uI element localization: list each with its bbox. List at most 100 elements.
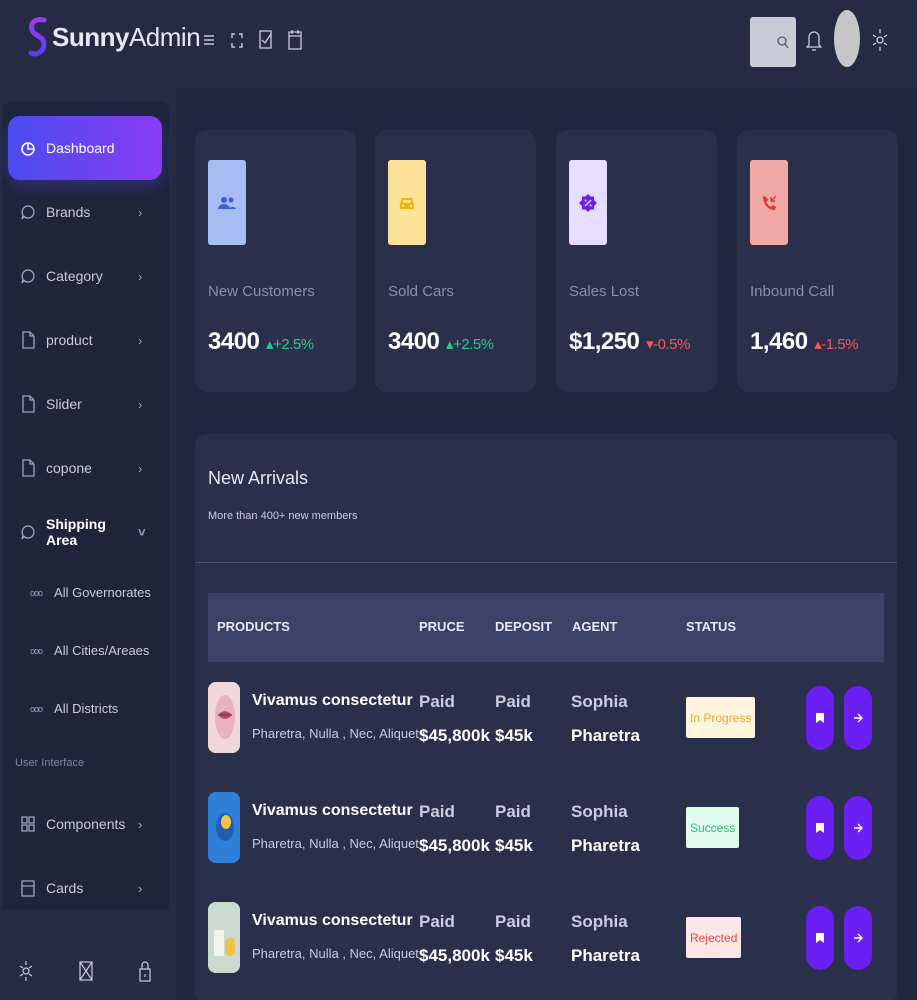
chat-icon: [21, 525, 35, 540]
brand-logo[interactable]: SunnyAdmin: [28, 16, 201, 58]
stat-card-sold-cars[interactable]: Sold Cars 3400 ▴+2.5%: [375, 130, 536, 392]
agent-last-name: Pharetra: [571, 726, 640, 745]
divider: [195, 562, 897, 563]
logo-s-icon: [28, 16, 48, 58]
gear-icon[interactable]: [872, 26, 892, 51]
stat-label: Sales Lost: [569, 283, 640, 300]
chevron-right-icon: ›: [138, 816, 143, 832]
sidebar-item-copone[interactable]: copone ›: [8, 436, 162, 500]
grid-icon: [21, 816, 35, 832]
status-badge: Success: [686, 807, 740, 848]
sidebar-item-label: copone: [46, 460, 92, 476]
table-row[interactable]: Vivamus consectetur Pharetra, Nulla , Ne…: [195, 774, 897, 884]
file-icon: [22, 459, 35, 477]
chevron-right-icon: ›: [138, 268, 143, 284]
deposit-value: $45k: [495, 946, 533, 965]
bookmark-button[interactable]: [806, 906, 834, 970]
search-icon: [777, 36, 789, 49]
stat-tile: [750, 160, 788, 245]
sidebar-item-category[interactable]: Category ›: [8, 244, 162, 308]
stat-card-new-customers[interactable]: New Customers 3400 ▴+2.5%: [195, 130, 356, 392]
column-header-price[interactable]: PRUCE: [419, 619, 465, 634]
panel-subtitle: More than 400+ new members: [208, 510, 358, 522]
search-button[interactable]: [750, 17, 796, 67]
bell-icon[interactable]: [805, 26, 826, 51]
top-header: SunnyAdmin: [0, 0, 917, 88]
column-header-status[interactable]: STATUS: [686, 619, 736, 634]
sidebar-item-shipping-area[interactable]: Shipping Area ˅: [8, 500, 162, 564]
sidebar-item-label: Dashboard: [46, 140, 115, 156]
bookmark-button[interactable]: [806, 796, 834, 860]
discount-badge-icon: [579, 193, 597, 212]
checklist-icon[interactable]: [259, 28, 279, 52]
dots-icon: ooo: [30, 703, 43, 714]
menu-icon[interactable]: [203, 28, 223, 52]
fullscreen-icon[interactable]: [231, 28, 251, 52]
stat-value: 3400 ▴+2.5%: [208, 328, 314, 355]
column-header-products[interactable]: PRODUCTS: [217, 619, 290, 634]
lock-icon[interactable]: [139, 958, 151, 989]
sidebar-item-brands[interactable]: Brands ›: [8, 180, 162, 244]
mail-icon[interactable]: [79, 958, 93, 989]
bookmark-icon: [816, 713, 824, 723]
stat-value: 3400 ▴+2.5%: [388, 328, 494, 355]
bookmark-button[interactable]: [806, 686, 834, 750]
column-header-agent[interactable]: AGENT: [572, 619, 618, 634]
sidebar-subitem-governorates[interactable]: ooo All Governorates: [30, 585, 151, 600]
chat-icon: [21, 269, 35, 284]
avatar[interactable]: [834, 10, 860, 67]
panel-title: New Arrivals: [208, 468, 309, 488]
new-arrivals-panel: New Arrivals More than 400+ new members …: [195, 434, 897, 1000]
product-name: Vivamus consectetur: [252, 912, 413, 929]
product-desc: Pharetra, Nulla , Nec, Aliquet: [252, 726, 419, 741]
sidebar-item-label: product: [46, 332, 93, 348]
sidebar-item-label: Category: [46, 268, 103, 284]
file-icon: [22, 331, 35, 349]
bookmark-icon: [816, 933, 824, 943]
stat-label: Sold Cars: [388, 283, 454, 300]
deposit-label: Paid: [495, 692, 531, 711]
sidebar-item-components[interactable]: Components ›: [8, 792, 162, 856]
open-button[interactable]: [844, 906, 872, 970]
deposit-label: Paid: [495, 802, 531, 821]
calendar-icon[interactable]: [288, 28, 308, 52]
open-button[interactable]: [844, 686, 872, 750]
gear-icon[interactable]: [19, 958, 33, 989]
table-row[interactable]: Vivamus consectetur Pharetra, Nulla , Ne…: [195, 884, 897, 994]
arrow-right-icon: [854, 713, 863, 723]
phone-incoming-icon: [763, 195, 777, 210]
agent-first-name: Sophia: [571, 692, 628, 711]
sidebar-subitem-cities[interactable]: ooo All Cities/Areaes: [30, 643, 149, 658]
agent-last-name: Pharetra: [571, 946, 640, 965]
sidebar-item-slider[interactable]: Slider ›: [8, 372, 162, 436]
price-value: $45,800k: [419, 726, 490, 745]
stat-card-inbound-call[interactable]: Inbound Call 1,460 ▴-1.5%: [737, 130, 898, 392]
sidebar-item-label: Components: [46, 816, 126, 832]
car-icon: [400, 197, 414, 209]
sidebar-item-dashboard[interactable]: Dashboard: [8, 116, 162, 180]
status-badge: Rejected: [686, 917, 742, 958]
stat-label: Inbound Call: [750, 283, 835, 300]
stat-label: New Customers: [208, 283, 315, 300]
open-button[interactable]: [844, 796, 872, 860]
stat-card-sales-lost[interactable]: Sales Lost $1,250 ▾-0.5%: [556, 130, 717, 392]
price-label: Paid: [419, 912, 455, 931]
sidebar-subitem-label: All Governorates: [54, 585, 151, 600]
price-label: Paid: [419, 802, 455, 821]
sidebar-subitem-districts[interactable]: ooo All Districts: [30, 701, 118, 716]
stat-value: 1,460 ▴-1.5%: [750, 328, 858, 355]
section-label: User Interface: [15, 757, 85, 769]
chevron-right-icon: ›: [138, 880, 143, 896]
table-row[interactable]: Vivamus consectetur Pharetra, Nulla , Ne…: [195, 664, 897, 774]
price-value: $45,800k: [419, 946, 490, 965]
chevron-right-icon: ›: [138, 204, 143, 220]
file-icon: [22, 395, 35, 413]
agent-first-name: Sophia: [571, 912, 628, 931]
sidebar-subitem-label: All Cities/Areaes: [54, 643, 150, 658]
sidebar-item-product[interactable]: product ›: [8, 308, 162, 372]
product-name: Vivamus consectetur: [252, 692, 413, 709]
product-name: Vivamus consectetur: [252, 802, 413, 819]
column-header-deposit[interactable]: DEPOSIT: [495, 619, 552, 634]
bookmark-icon: [816, 823, 824, 833]
agent-first-name: Sophia: [571, 802, 628, 821]
